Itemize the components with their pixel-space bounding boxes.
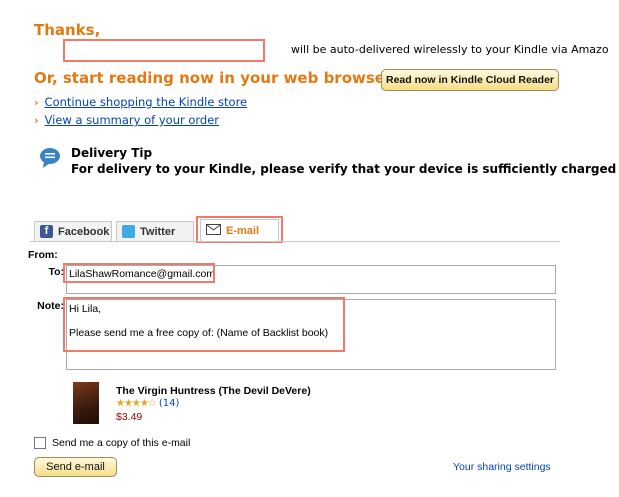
to-label: To: bbox=[48, 266, 64, 278]
tab-twitter[interactable]: Twitter bbox=[116, 221, 194, 241]
continue-shopping-row: › Continue shopping the Kindle store bbox=[34, 95, 247, 109]
arrow-icon: › bbox=[34, 95, 39, 109]
copy-email-checkbox[interactable] bbox=[34, 437, 46, 449]
facebook-icon: f bbox=[40, 225, 53, 238]
cloud-reader-button[interactable]: Read now in Kindle Cloud Reader bbox=[381, 69, 559, 91]
twitter-icon bbox=[122, 225, 135, 238]
rating-count-link[interactable]: (14) bbox=[159, 398, 180, 409]
redacted-title-box bbox=[63, 39, 265, 62]
delivery-tip-title: Delivery Tip bbox=[71, 146, 153, 160]
sharing-settings-link[interactable]: Your sharing settings bbox=[453, 461, 551, 473]
delivery-message: will be auto-delivered wirelessly to you… bbox=[291, 43, 609, 56]
from-label: From: bbox=[28, 249, 58, 261]
tab-facebook-label: Facebook bbox=[58, 225, 110, 238]
browser-heading: Or, start reading now in your web browse… bbox=[34, 69, 399, 87]
note-field-highlight bbox=[63, 297, 345, 352]
thanks-heading: Thanks, bbox=[34, 21, 101, 39]
product-rating: ★★★★☆ (14) bbox=[116, 398, 179, 409]
tab-divider bbox=[30, 241, 560, 242]
speech-bubble-icon bbox=[39, 147, 61, 169]
send-email-button[interactable]: Send e-mail bbox=[34, 457, 117, 477]
continue-shopping-link[interactable]: Continue shopping the Kindle store bbox=[45, 95, 248, 109]
delivery-tip-body: For delivery to your Kindle, please veri… bbox=[71, 162, 619, 176]
note-label: Note: bbox=[37, 300, 64, 312]
order-summary-row: › View a summary of your order bbox=[34, 113, 219, 127]
tab-facebook[interactable]: f Facebook bbox=[34, 221, 112, 241]
to-field-highlight bbox=[63, 263, 215, 283]
star-rating-icon: ★★★★☆ bbox=[116, 398, 157, 409]
email-tab-highlight bbox=[196, 216, 283, 243]
order-summary-link[interactable]: View a summary of your order bbox=[45, 113, 220, 127]
product-title[interactable]: The Virgin Huntress (The Devil DeVere) bbox=[116, 385, 311, 397]
tab-twitter-label: Twitter bbox=[140, 225, 176, 238]
copy-email-row: Send me a copy of this e-mail bbox=[34, 437, 190, 449]
product-price: $3.49 bbox=[116, 411, 143, 423]
copy-email-label: Send me a copy of this e-mail bbox=[52, 437, 191, 449]
book-cover-image[interactable] bbox=[73, 382, 99, 424]
arrow-icon: › bbox=[34, 113, 39, 127]
